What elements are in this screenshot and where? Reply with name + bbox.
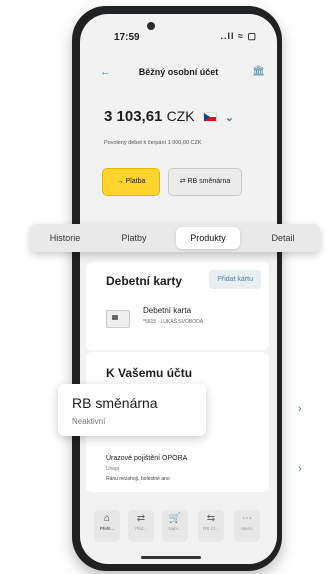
nav-payments[interactable]: ⇄ Plat... xyxy=(128,510,154,542)
tab-detail[interactable]: Detail xyxy=(254,224,312,252)
tab-products[interactable]: Produkty xyxy=(176,227,240,249)
nav-payments-label: Plat... xyxy=(135,526,147,531)
account-balance[interactable]: 3 103,61 CZK ⌄ xyxy=(104,108,234,125)
home-icon: ⌂ xyxy=(103,513,111,524)
insurance-provider: Uniqa xyxy=(106,466,120,472)
balance-amount: 3 103,61 xyxy=(104,108,163,125)
nav-rb-club[interactable]: ⇆ RB Cl... xyxy=(198,510,224,542)
insurance-note: Ránu nezahojí, bolestné ano xyxy=(106,476,170,482)
more-icon: ⋯ xyxy=(242,513,252,524)
bank-icon[interactable]: 🏛 xyxy=(252,66,265,77)
home-indicator xyxy=(141,556,201,559)
status-bar: 17:59 ..ll ≈ ▢ xyxy=(80,14,277,54)
nav-overview[interactable]: ⌂ Přehl... xyxy=(94,510,120,542)
tab-bar: Historie Platby Produkty Detail xyxy=(30,224,320,252)
nav-offers-label: Nabí... xyxy=(168,526,182,531)
balance-currency: CZK xyxy=(166,108,195,124)
tab-payments[interactable]: Platby xyxy=(106,224,162,252)
camera-icon xyxy=(147,22,155,30)
card-icon xyxy=(106,310,130,328)
cart-icon: 🛒 xyxy=(168,513,182,524)
transfer-icon: ⇄ xyxy=(136,513,146,524)
rb-exchange-title: RB směnárna xyxy=(72,395,158,411)
exchange-button[interactable]: ⇄ RB směnárna xyxy=(168,168,242,196)
top-nav: ← Běžný osobní účet 🏛 xyxy=(80,66,277,88)
account-services-title: K Vašemu účtu xyxy=(106,366,193,380)
club-icon: ⇆ xyxy=(206,513,216,524)
debit-cards-title: Debetní karty xyxy=(106,274,183,288)
payment-button[interactable]: → Platba xyxy=(102,168,160,196)
chevron-down-icon[interactable]: ⌄ xyxy=(225,112,234,124)
insurance-title[interactable]: Úrazové pojištění OPORA xyxy=(106,455,187,462)
signal-battery-icon: ..ll ≈ ▢ xyxy=(220,31,257,41)
czech-flag-icon xyxy=(202,112,217,123)
nav-rb-club-label: RB Cl... xyxy=(203,526,219,531)
overdraft-text: Povolený debet k čerpání 1 000,00 CZK xyxy=(104,140,202,146)
nav-overview-label: Přehl... xyxy=(99,526,115,531)
rb-exchange-status: Neaktivní xyxy=(72,417,106,426)
card-number: *5615 · LUKÁŠ SVOBODA xyxy=(143,319,204,325)
nav-offers[interactable]: 🛒 Nabí... xyxy=(162,510,188,542)
bottom-navigation: ⌂ Přehl... ⇄ Plat... 🛒 Nabí... ⇆ RB Cl..… xyxy=(86,506,269,552)
rb-exchange-item[interactable]: RB směnárna Neaktivní xyxy=(58,384,206,436)
page-title: Běžný osobní účet xyxy=(138,67,219,77)
card-name[interactable]: Debetní karta xyxy=(143,306,191,315)
status-time: 17:59 xyxy=(114,32,140,43)
debit-cards-section: Debetní karty Přidat kartu Debetní karta… xyxy=(86,262,269,350)
exchange-chevron-icon[interactable]: › xyxy=(298,403,302,415)
tab-history[interactable]: Historie xyxy=(38,224,92,252)
add-card-button[interactable]: Přidat kartu xyxy=(209,270,261,289)
nav-menu[interactable]: ⋯ Menu xyxy=(234,510,260,542)
nav-menu-label: Menu xyxy=(241,526,253,531)
insurance-chevron-icon[interactable]: › xyxy=(298,463,302,475)
